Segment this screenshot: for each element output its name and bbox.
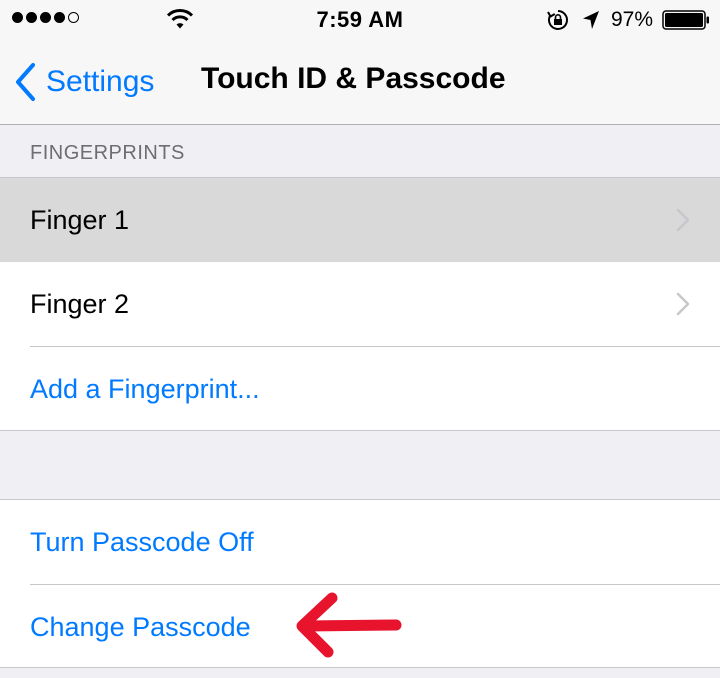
status-bar: 7:59 AM 97% bbox=[0, 0, 720, 40]
battery-percent: 97% bbox=[611, 8, 654, 31]
finger-1-row[interactable]: Finger 1 bbox=[0, 178, 720, 262]
red-arrow-annotation bbox=[296, 592, 402, 658]
turn-passcode-off-button[interactable]: Turn Passcode Off bbox=[0, 500, 720, 584]
finger-2-row[interactable]: Finger 2 bbox=[0, 262, 720, 346]
chevron-left-icon bbox=[16, 63, 35, 101]
add-fingerprint-button[interactable]: Add a Fingerprint... bbox=[0, 347, 720, 431]
back-button-label: Settings bbox=[46, 65, 155, 98]
battery-icon bbox=[662, 10, 709, 30]
chevron-right-icon bbox=[676, 208, 690, 232]
add-fingerprint-label: Add a Fingerprint... bbox=[30, 373, 260, 404]
chevron-right-icon bbox=[676, 292, 690, 316]
turn-passcode-off-label: Turn Passcode Off bbox=[30, 526, 254, 557]
back-button[interactable]: Settings bbox=[14, 60, 154, 104]
fingerprints-section-header: FINGERPRINTS bbox=[30, 142, 185, 164]
rotation-lock-icon bbox=[547, 10, 568, 30]
finger-2-label: Finger 2 bbox=[30, 288, 130, 319]
navigation-bar: Settings Touch ID & Passcode bbox=[0, 40, 720, 125]
page-title: Touch ID & Passcode bbox=[201, 62, 506, 95]
location-arrow-icon bbox=[583, 11, 599, 29]
finger-1-label: Finger 1 bbox=[30, 204, 130, 235]
fingerprints-group: Finger 1 Finger 2 Add a Fingerprint... bbox=[0, 177, 720, 431]
change-passcode-label: Change Passcode bbox=[30, 611, 251, 642]
